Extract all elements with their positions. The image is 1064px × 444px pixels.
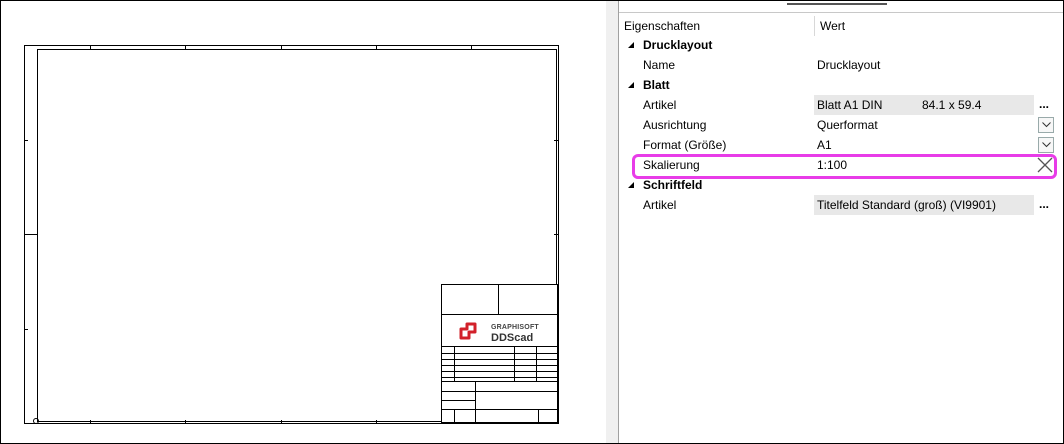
title-block-logo-field: GRAPHISOFT DDScad: [441, 314, 558, 347]
property-label: Artikel: [643, 98, 677, 112]
graphisoft-logo-icon: [459, 322, 477, 340]
property-row-blatt-artikel[interactable]: Artikel Blatt A1 DIN 84.1 x 59.4 ...: [619, 95, 1063, 115]
border-tick: [376, 420, 377, 424]
dropdown-button[interactable]: [1038, 137, 1054, 153]
property-grid: Eigenschaften Wert Drucklayout Name Druc…: [619, 1, 1063, 443]
section-blatt[interactable]: Blatt: [619, 75, 1063, 95]
logo-line2: DDScad: [491, 332, 534, 344]
border-tick: [281, 420, 282, 424]
print-layout-preview[interactable]: GRAPHISOFT DDScad: [1, 1, 606, 442]
border-tick: [376, 45, 377, 49]
property-label: Artikel: [643, 198, 677, 212]
border-tick: [554, 140, 558, 141]
border-tick: [24, 329, 28, 330]
property-value[interactable]: A1: [817, 138, 832, 152]
border-tick: [185, 45, 186, 49]
property-value[interactable]: Blatt A1 DIN: [817, 98, 882, 112]
property-grid-header: Eigenschaften Wert: [619, 16, 1063, 36]
origin-marker: [33, 418, 39, 424]
property-row-ausrichtung[interactable]: Ausrichtung Querformat: [619, 115, 1063, 135]
browse-button[interactable]: ...: [1039, 97, 1049, 111]
property-row-format[interactable]: Format (Größe) A1: [619, 135, 1063, 155]
section-drucklayout[interactable]: Drucklayout: [619, 35, 1063, 55]
property-row-name[interactable]: Name Drucklayout: [619, 55, 1063, 75]
border-tick: [24, 140, 28, 141]
border-tick: [90, 420, 91, 424]
collapse-triangle-icon[interactable]: [628, 82, 634, 88]
property-value[interactable]: Querformat: [817, 118, 878, 132]
title-block-field: [441, 284, 499, 315]
property-label: Format (Größe): [643, 138, 727, 152]
title-block-field: [498, 284, 558, 315]
browse-button[interactable]: ...: [1039, 197, 1049, 211]
border-tick: [24, 234, 37, 235]
border-tick: [281, 45, 282, 49]
logo-line1: GRAPHISOFT: [491, 324, 539, 331]
title-block-bottom: [441, 381, 558, 423]
chevron-down-icon: [1042, 122, 1051, 128]
section-title: Schriftfeld: [643, 178, 703, 192]
panel-top-divider: [619, 12, 1063, 13]
property-value[interactable]: Titelfeld Standard (groß) (VI9901): [817, 198, 996, 212]
property-value-size: 84.1 x 59.4: [922, 98, 982, 112]
property-label: Ausrichtung: [643, 118, 707, 132]
section-title: Blatt: [643, 78, 670, 92]
border-tick: [554, 234, 558, 235]
chevron-down-icon: [1042, 142, 1051, 148]
header-divider[interactable]: [814, 16, 815, 36]
border-tick: [471, 45, 472, 49]
header-value: Wert: [820, 19, 846, 33]
property-label: Name: [643, 58, 676, 72]
title-block-table: [441, 346, 558, 382]
highlight-annotation: [632, 154, 1057, 179]
section-title: Drucklayout: [643, 38, 713, 52]
dropdown-button[interactable]: [1038, 117, 1054, 133]
panel-splitter[interactable]: [606, 1, 619, 443]
header-property: Eigenschaften: [624, 19, 701, 33]
collapse-triangle-icon[interactable]: [628, 182, 634, 188]
border-tick: [185, 420, 186, 424]
panel-tab-indicator: [787, 3, 887, 5]
property-row-schriftfeld-artikel[interactable]: Artikel Titelfeld Standard (groß) (VI990…: [619, 195, 1063, 215]
property-value[interactable]: Drucklayout: [817, 58, 880, 72]
border-tick: [90, 45, 91, 49]
collapse-triangle-icon[interactable]: [628, 42, 634, 48]
